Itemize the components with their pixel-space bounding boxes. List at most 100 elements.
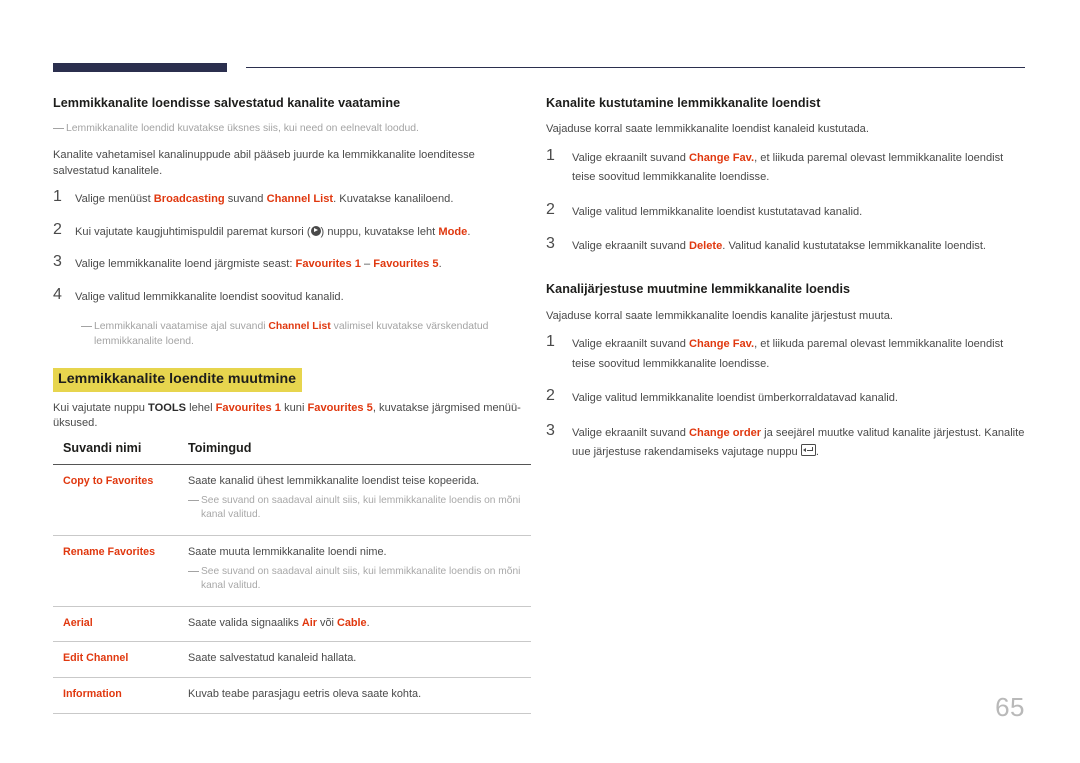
intro-paragraph-change-order: Vajaduse korral saate lemmikkanalite loe… (546, 309, 893, 322)
step-item: 4 Valige valitud lemmikkanalite loendist… (53, 285, 531, 307)
intro-pre: Kui vajutate nuppu (53, 401, 148, 414)
step-number: 1 (53, 188, 62, 206)
note-text: Lemmikkanali vaatamise ajal suvandi Chan… (94, 320, 531, 350)
accent-term-change-fav: Change Fav. (688, 151, 755, 164)
header-rule-thin (246, 67, 1025, 69)
note-dash-icon (188, 499, 199, 501)
intro-mid2: kuni (280, 401, 308, 414)
table-row: Copy to Favorites Saate kanalid ühest le… (53, 464, 531, 536)
accent-term-favourites-5: Favourites 5 (307, 401, 373, 414)
step-number: 3 (546, 235, 555, 253)
step-number: 1 (546, 333, 555, 351)
intro-paragraph-channel-buttons: Kanalite vahetamisel kanalinuppude abil … (53, 148, 475, 177)
accent-term-channel-list: Channel List (268, 321, 331, 332)
note-favourites-created: Lemmikkanalite loendid kuvatakse üksnes … (53, 122, 531, 137)
step-text-post: . Kuvatakse kanaliloend. (333, 193, 454, 206)
header-rule-thick (53, 63, 227, 72)
step-number: 4 (53, 285, 62, 303)
step-text-pre: Valige ekraanilt suvand (572, 240, 689, 253)
step-text-mid: – (360, 258, 374, 271)
option-description: Saate valida signaaliks Air või Cable. (175, 606, 531, 643)
column-header-actions: Toimingud (175, 441, 531, 466)
option-description: Saate salvestatud kanaleid hallata. (175, 641, 531, 679)
page-header-rule (0, 63, 1080, 75)
accent-term-delete: Delete (688, 240, 723, 253)
column-header-option-name: Suvandi nimi (53, 441, 175, 466)
step-text-pre: Valige lemmikkanalite loend järgmiste se… (75, 258, 296, 271)
step-text: Valige ekraanilt suvand Change Fav., et … (572, 149, 1026, 188)
bold-term-tools: TOOLS (148, 401, 187, 414)
step-item: 1 Valige ekraanilt suvand Change Fav., e… (546, 146, 1026, 188)
step-item: 2 Valige valitud lemmikkanalite loendist… (546, 387, 1026, 408)
step-number: 1 (546, 146, 555, 164)
option-description-text: Saate kanalid ühest lemmikkanalite loend… (188, 475, 480, 488)
option-name-edit-channel: Edit Channel (53, 641, 175, 679)
step-number: 2 (53, 220, 62, 238)
step-text: Valige valitud lemmikkanalite loendist s… (75, 290, 344, 303)
step-item: 3 Valige lemmikkanalite loend järgmiste … (53, 254, 531, 274)
accent-term-mode: Mode (438, 225, 468, 238)
step-text: Valige lemmikkanalite loend järgmiste se… (75, 255, 531, 274)
step-number: 3 (546, 421, 555, 439)
options-table: Suvandi nimi Toimingud Copy to Favorites… (53, 441, 531, 715)
step-text-pre: Kui vajutate kaugjuhtimispuldil paremat … (75, 225, 311, 238)
option-name-aerial: Aerial (53, 606, 175, 643)
step-text-pre: Valige ekraanilt suvand (572, 426, 689, 439)
accent-term-broadcasting: Broadcasting (153, 193, 225, 206)
left-column: Lemmikkanalite loendisse salvestatud kan… (53, 96, 531, 715)
option-description: Saate kanalid ühest lemmikkanalite loend… (175, 464, 531, 536)
step-item: 2 Valige valitud lemmikkanalite loendist… (546, 200, 1026, 222)
section-heading-delete-channels: Kanalite kustutamine lemmikkanalite loen… (546, 96, 821, 110)
step-text: Kui vajutate kaugjuhtimispuldil paremat … (75, 223, 531, 242)
step-number: 2 (546, 200, 555, 218)
step-text-pre: Valige menüüst (75, 193, 154, 206)
step-number: 2 (546, 387, 555, 405)
intro-paragraph-delete: Vajaduse korral saate lemmikkanalite loe… (546, 123, 869, 136)
option-description: Saate muuta lemmikkanalite loendi nime. … (175, 535, 531, 607)
document-page: Lemmikkanalite loendisse salvestatud kan… (0, 0, 1080, 763)
step-text: Valige valitud lemmikkanalite loendist k… (572, 205, 863, 218)
step-text: Valige ekraanilt suvand Change order ja … (572, 424, 1026, 463)
note-text: Lemmikkanalite loendid kuvatakse üksnes … (66, 123, 419, 135)
accent-term-favourites-5: Favourites 5 (373, 258, 439, 271)
step-text-mid: suvand (224, 193, 267, 206)
note-refreshed-favourites: Lemmikkanali vaatamise ajal suvandi Chan… (81, 320, 531, 350)
table-row: Edit Channel Saate salvestatud kanaleid … (53, 641, 531, 679)
option-name-rename-favorites: Rename Favorites (53, 535, 175, 607)
note-dash-icon (53, 128, 64, 130)
step-text-pre: Valige ekraanilt suvand (572, 338, 689, 351)
step-text: Valige ekraanilt suvand Change Fav., et … (572, 335, 1026, 374)
step-text-post: . (438, 258, 442, 271)
accent-term-change-order: Change order (688, 426, 762, 439)
note-text: See suvand on saadaval ainult siis, kui … (201, 494, 521, 521)
section-heading-viewing-favourites: Lemmikkanalite loendisse salvestatud kan… (53, 96, 401, 110)
accent-term-air: Air (301, 616, 317, 629)
step-text-pre: Valige ekraanilt suvand (572, 151, 689, 164)
step-text-post: . (815, 445, 819, 458)
step-item: 1 Valige ekraanilt suvand Change Fav., e… (546, 333, 1026, 374)
section-heading-change-order: Kanalijärjestuse muutmine lemmikkanalite… (546, 282, 851, 297)
enter-key-icon (800, 443, 816, 456)
intro-paragraph-tools: Kui vajutate nuppu TOOLS lehel Favourite… (53, 401, 531, 433)
page-number: 65 (995, 692, 1025, 722)
note-text: See suvand on saadaval ainult siis, kui … (201, 565, 521, 592)
accent-term-cable: Cable (336, 616, 367, 629)
step-item: 1 Valige menüüst Broadcasting suvand Cha… (53, 188, 531, 209)
option-description-mid: või (316, 616, 337, 629)
accent-term-favourites-1: Favourites 1 (215, 401, 281, 414)
note-dash-icon (188, 570, 199, 572)
step-text-post: . (467, 225, 471, 238)
step-text: Valige valitud lemmikkanalite loendist ü… (572, 392, 898, 405)
option-description-pre: Saate valida signaaliks (188, 616, 302, 629)
option-note: See suvand on saadaval ainult siis, kui … (188, 565, 525, 594)
table-row: Rename Favorites Saate muuta lemmikkanal… (53, 535, 531, 607)
step-item: 3 Valige ekraanilt suvand Change order j… (546, 421, 1026, 463)
step-text-mid: ) nuppu, kuvatakse leht (320, 225, 439, 238)
step-text: Valige menüüst Broadcasting suvand Chann… (75, 190, 531, 209)
intro-mid1: lehel (186, 401, 216, 414)
option-description-post: . (366, 616, 370, 629)
table-header-row: Suvandi nimi Toimingud (53, 441, 531, 466)
accent-term-favourites-1: Favourites 1 (295, 258, 361, 271)
note-text-pre: Lemmikkanali vaatamise ajal suvandi (94, 321, 269, 332)
table-row: Information Kuvab teabe parasjagu eetris… (53, 677, 531, 715)
